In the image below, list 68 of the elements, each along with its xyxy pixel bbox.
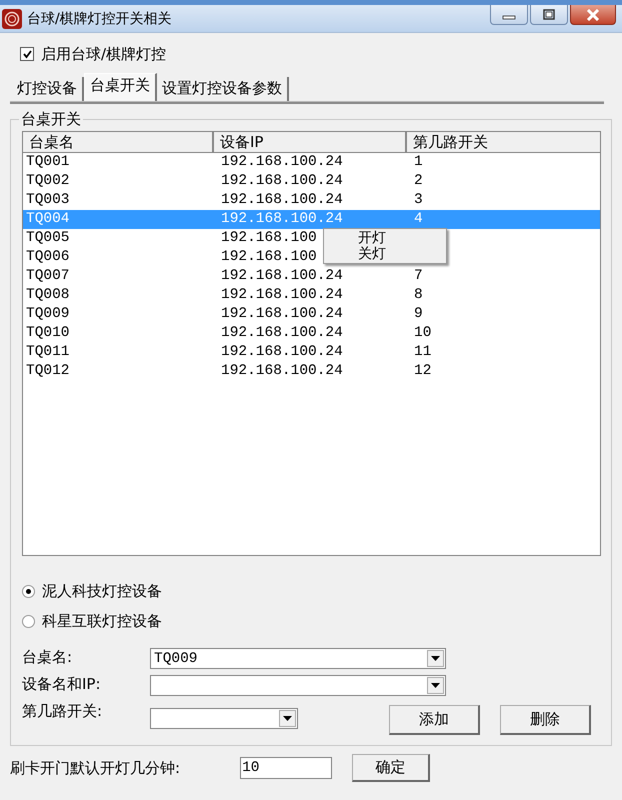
table-cell: 8 — [414, 287, 423, 303]
table-cell: 1 — [414, 154, 423, 170]
checkbox-label: 启用台球/棋牌灯控 — [41, 44, 166, 64]
table-cell: TQ001 — [26, 154, 70, 170]
table-cell: 12 — [414, 363, 432, 379]
table-cell: TQ002 — [26, 173, 70, 189]
table-cell: 10 — [414, 325, 432, 341]
maximize-button[interactable] — [530, 5, 568, 25]
table-cell: 192.168.100.24 — [221, 306, 343, 322]
table-cell: TQ012 — [26, 363, 70, 379]
button[interactable]: 确定 — [352, 754, 430, 782]
table-cell: 7 — [414, 268, 423, 284]
table-cell: 192.168.100.24 — [221, 363, 343, 379]
table-cell: 192.168.100.24 — [221, 268, 343, 284]
table-cell: 9 — [414, 306, 423, 322]
table-cell: TQ009 — [26, 306, 70, 322]
table-cell: 192.168.100.24 — [221, 154, 343, 170]
dropdown[interactable] — [150, 708, 298, 729]
dropdown-arrow-icon — [431, 656, 440, 661]
group-title: 台桌开关 — [19, 110, 83, 128]
table-cell: 2 — [414, 173, 423, 189]
table-cell: 192.168.100.24 — [221, 325, 343, 341]
radio-label: 科星互联灯控设备 — [42, 612, 162, 631]
window-title: 台球/棋牌灯控开关相关 — [27, 10, 172, 28]
table-cell: 3 — [414, 192, 423, 208]
dropdown[interactable] — [150, 675, 446, 696]
table-cell: TQ010 — [26, 325, 70, 341]
dropdown-arrow-icon — [283, 716, 292, 721]
table-cell: TQ003 — [26, 192, 70, 208]
table-cell: 192.168.100.24 — [221, 287, 343, 303]
maximize-icon — [542, 8, 556, 20]
button[interactable]: 添加 — [389, 705, 480, 735]
table-cell: 192.168.100.24 — [221, 173, 343, 189]
column-header[interactable]: 第几路开关 — [407, 132, 600, 152]
dropdown[interactable]: TQ009 — [150, 648, 446, 669]
column-header[interactable]: 设备IP — [214, 132, 407, 152]
button[interactable]: 删除 — [500, 705, 591, 735]
tab[interactable]: 台桌开关 — [84, 73, 157, 101]
field-label: 台桌名: — [22, 648, 74, 666]
table-cell: TQ008 — [26, 287, 70, 303]
table-cell: TQ004 — [26, 211, 70, 227]
table-cell: 4 — [414, 211, 423, 227]
close-icon — [585, 8, 601, 20]
column-header[interactable]: 台桌名 — [23, 132, 214, 152]
minimize-button[interactable] — [490, 5, 528, 25]
table-cell: TQ006 — [26, 249, 70, 265]
close-button[interactable] — [570, 5, 616, 25]
table-cell: 192.168.100 — [221, 230, 317, 246]
table-cell: TQ011 — [26, 344, 70, 360]
radio-label: 泥人科技灯控设备 — [42, 582, 162, 601]
table-cell: 192.168.100 — [221, 249, 317, 265]
table-cell: 192.168.100.24 — [221, 211, 343, 227]
menu-item[interactable]: 关灯 — [324, 246, 446, 262]
checkbox[interactable] — [20, 47, 34, 61]
table-cell: TQ007 — [26, 268, 70, 284]
field-label: 设备名和IP: — [22, 675, 102, 693]
radio-button[interactable] — [22, 585, 35, 598]
table-cell: 192.168.100.24 — [221, 192, 343, 208]
menu-item[interactable]: 开灯 — [324, 230, 446, 246]
field-label: 刷卡开门默认开灯几分钟: — [10, 758, 180, 778]
radio-button[interactable] — [22, 615, 35, 628]
table-cell: 11 — [414, 344, 432, 360]
dropdown-arrow-icon — [431, 683, 440, 688]
field-label: 第几路开关: — [22, 702, 104, 720]
table-cell: TQ005 — [26, 230, 70, 246]
table-cell: 192.168.100.24 — [221, 344, 343, 360]
app-icon — [2, 8, 22, 28]
input-field[interactable]: 10 — [240, 757, 332, 779]
